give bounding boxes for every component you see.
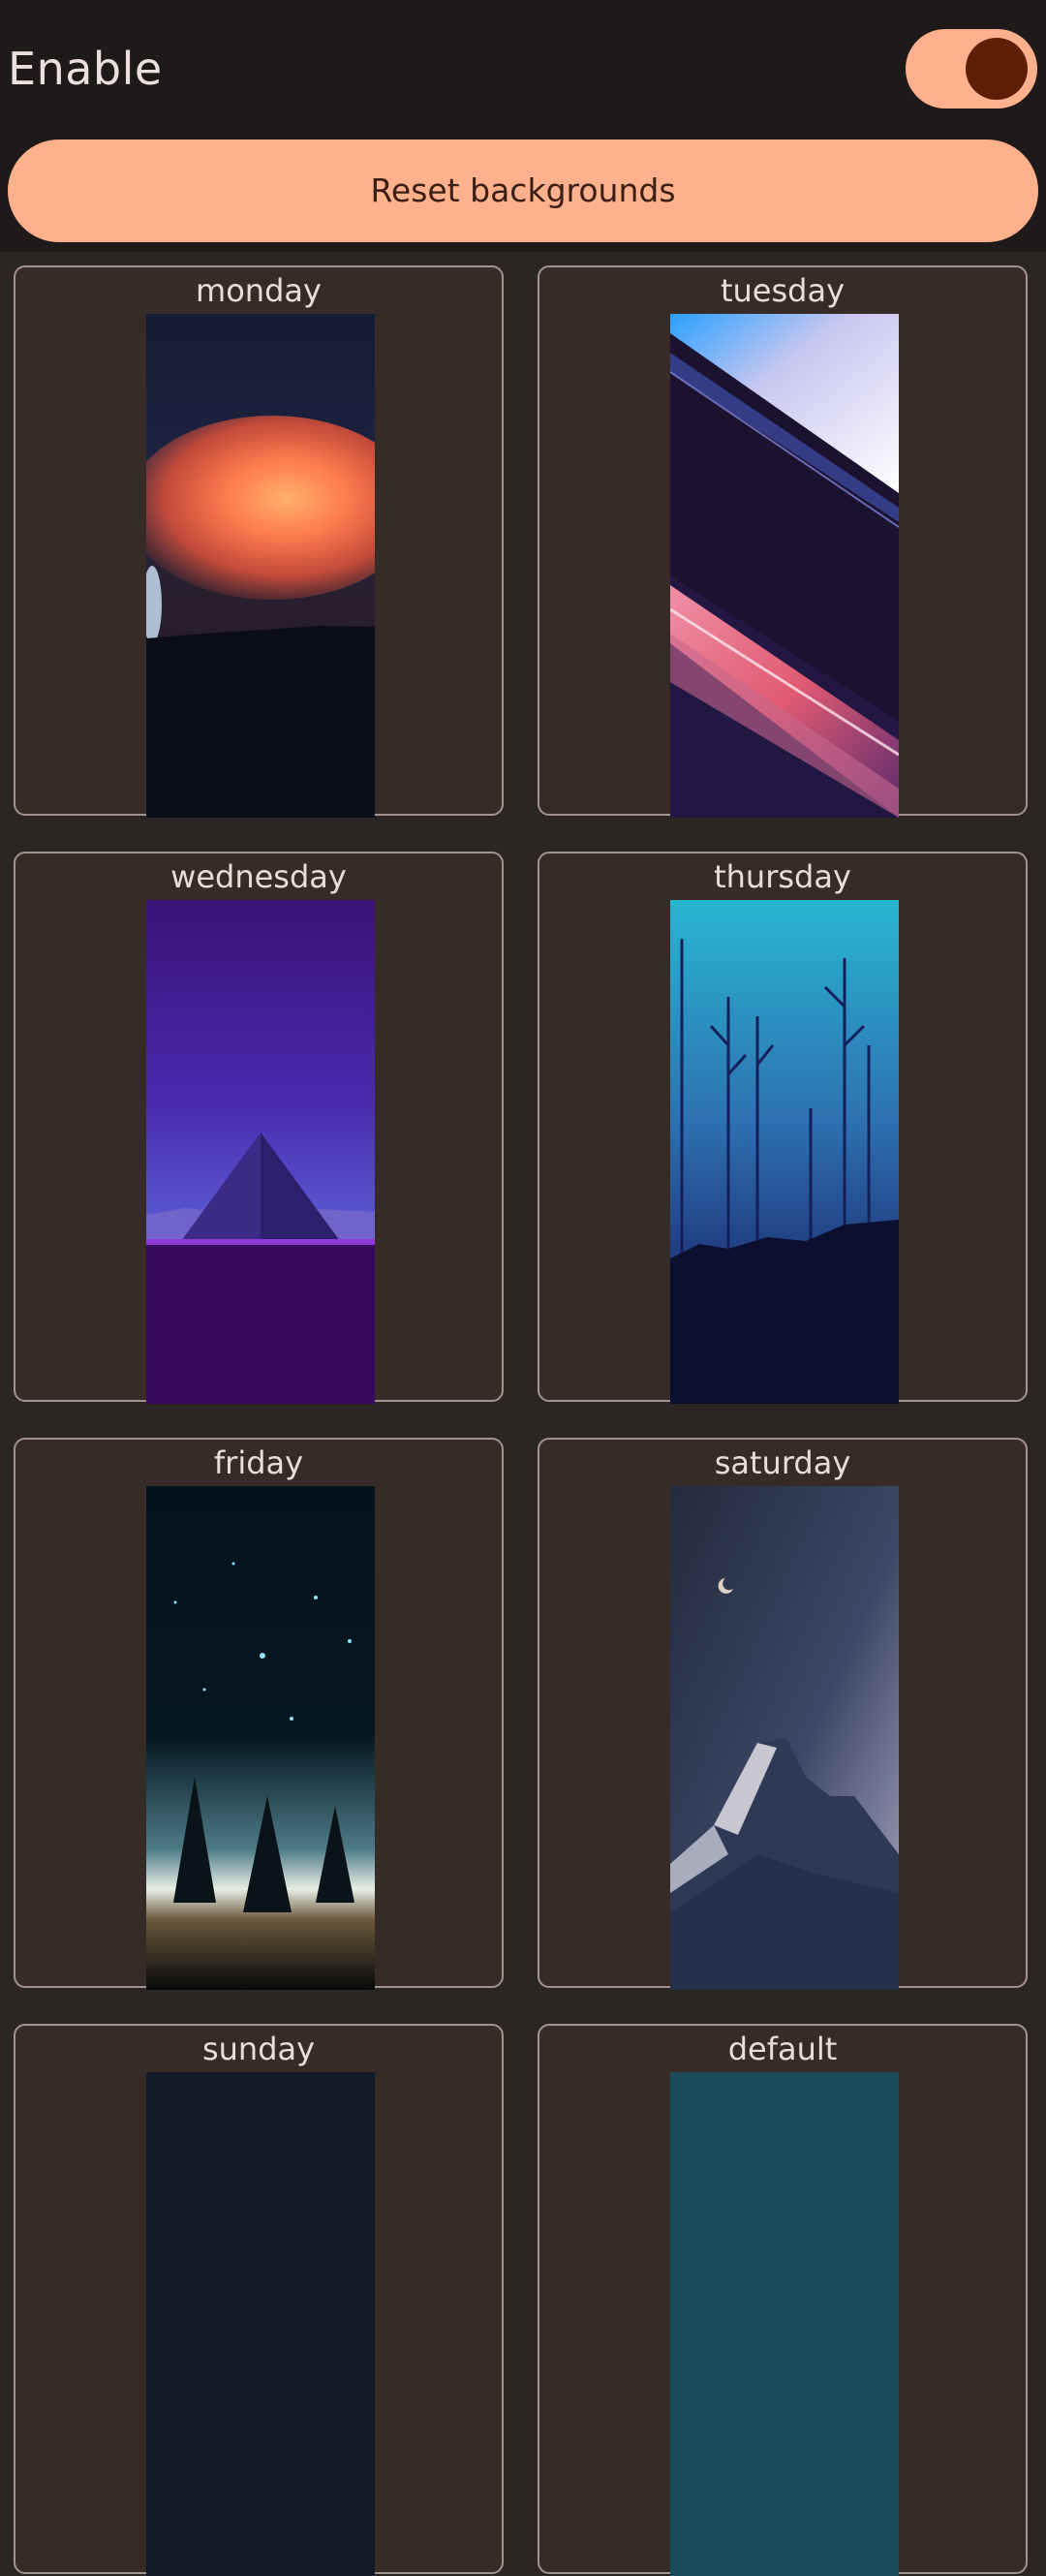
day-card-monday[interactable]: monday: [14, 265, 504, 818]
day-card-wednesday[interactable]: wednesday: [14, 852, 504, 1404]
wallpaper-blue-forest-thumbnail: [670, 900, 899, 1404]
enable-label: Enable: [8, 43, 163, 95]
enable-toggle[interactable]: [906, 29, 1037, 109]
day-label: friday: [213, 1444, 304, 1481]
wallpaper-mountain-night-thumbnail: [670, 1486, 899, 1990]
wallpaper-pyramid-thumbnail: [146, 900, 375, 1404]
day-label: saturday: [714, 1444, 851, 1481]
day-label: wednesday: [170, 858, 347, 895]
wallpaper-grid: monday tuesday wednesday thursday friday…: [0, 252, 1046, 2576]
day-label: default: [727, 2031, 838, 2067]
wallpaper-sunset-thumbnail: [146, 314, 375, 818]
day-card-friday[interactable]: friday: [14, 1438, 504, 1990]
day-card-default[interactable]: default: [538, 2024, 1028, 2576]
wallpaper-thumbnail: [670, 2072, 899, 2576]
day-label: monday: [196, 272, 322, 309]
day-card-saturday[interactable]: saturday: [538, 1438, 1028, 1990]
day-card-thursday[interactable]: thursday: [538, 852, 1028, 1404]
day-label: thursday: [714, 858, 851, 895]
settings-header: Enable Reset backgrounds: [0, 0, 1046, 252]
reset-backgrounds-button[interactable]: Reset backgrounds: [8, 140, 1038, 242]
day-card-tuesday[interactable]: tuesday: [538, 265, 1028, 818]
wallpaper-thumbnail: [146, 2072, 375, 2576]
day-label: tuesday: [720, 272, 846, 309]
toggle-knob: [966, 38, 1028, 100]
day-card-sunday[interactable]: sunday: [14, 2024, 504, 2576]
day-label: sunday: [201, 2031, 316, 2067]
wallpaper-light-streaks-thumbnail: [670, 314, 899, 818]
wallpaper-starry-forest-thumbnail: [146, 1486, 375, 1990]
